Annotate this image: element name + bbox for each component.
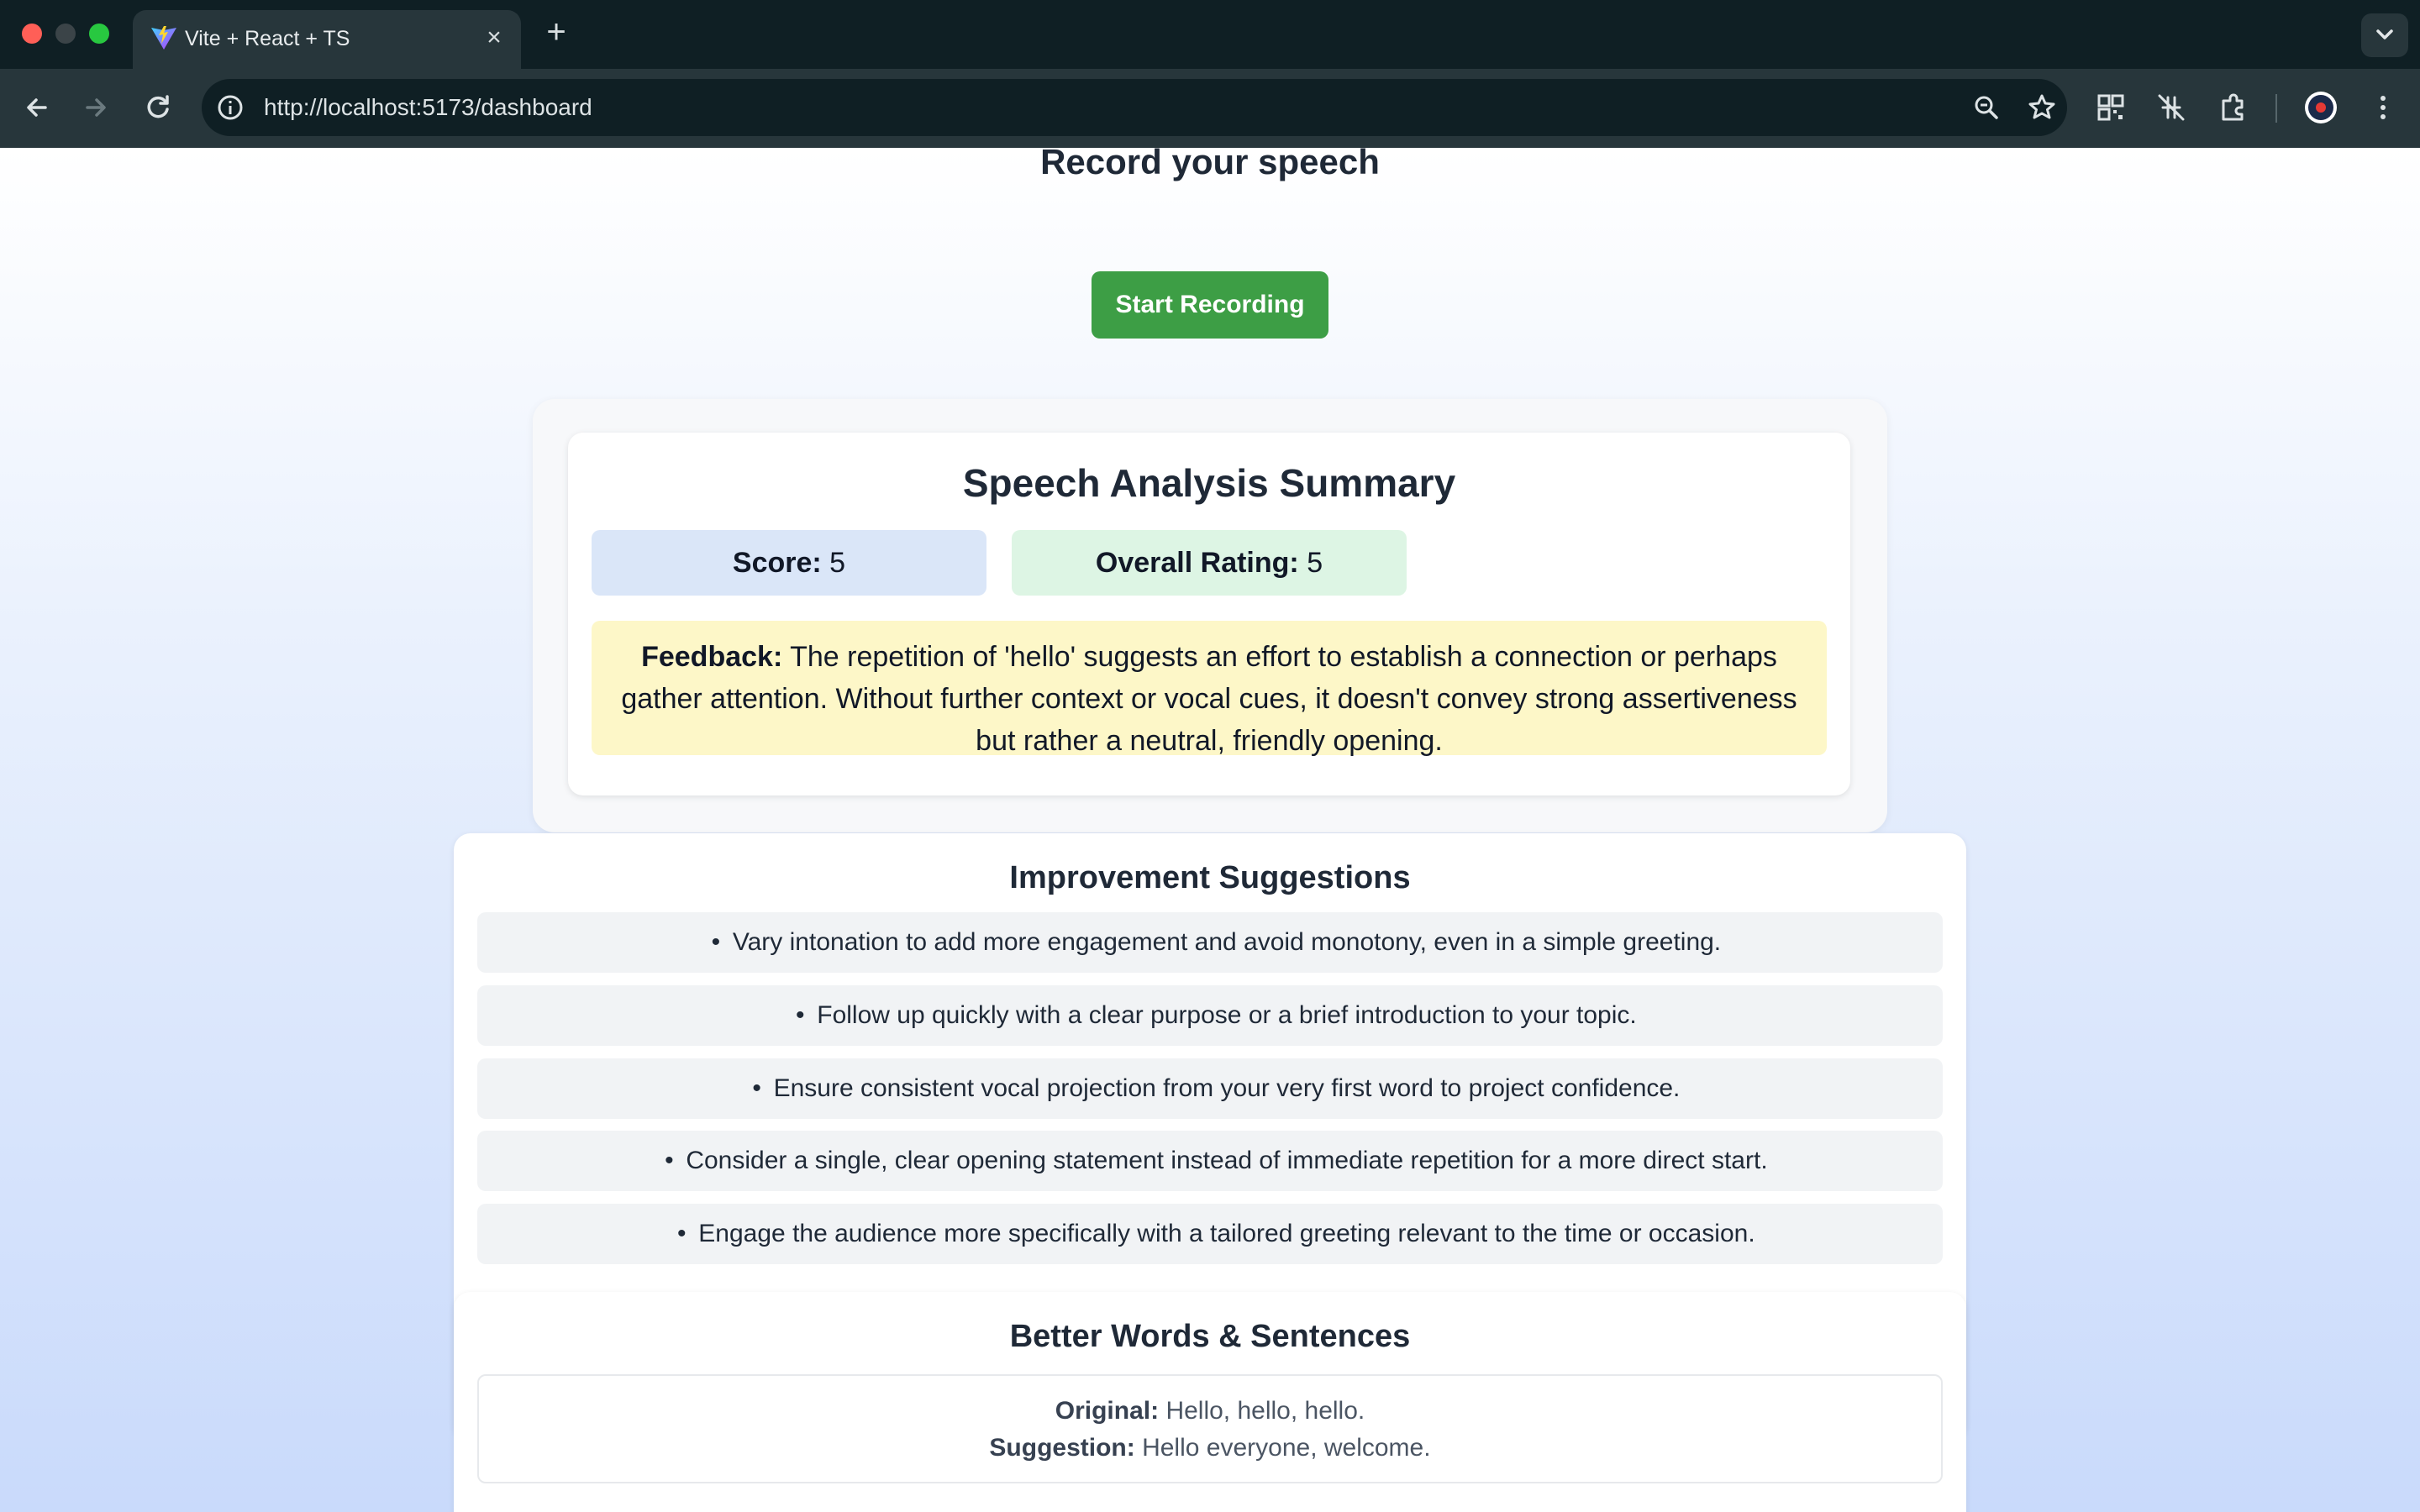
qr-code-icon[interactable]	[2092, 89, 2129, 126]
suggestion-item: • Consider a single, clear opening statem…	[477, 1131, 1943, 1191]
feedback-label: Feedback:	[641, 641, 783, 673]
rating-label: Overall Rating:	[1095, 547, 1299, 579]
page-viewport: Record your speech Start Recording Speec…	[0, 148, 2420, 1512]
word-suggestion-pair: Original: Hello, hello, hello. Suggestio…	[477, 1374, 1943, 1483]
url-text[interactable]: http://localhost:5173/dashboard	[264, 79, 592, 136]
suggestion-item: • Vary intonation to add more engagement …	[477, 912, 1943, 973]
vite-logo-icon	[151, 26, 176, 50]
tab-search-button[interactable]	[2361, 13, 2408, 57]
original-line: Original: Hello, hello, hello.	[479, 1393, 1941, 1430]
better-words-card: Better Words & Sentences Original: Hello…	[454, 1292, 1966, 1512]
suggestion-label: Suggestion:	[989, 1434, 1135, 1462]
browser-menu-icon[interactable]	[2365, 89, 2402, 126]
suggestion-text: Vary intonation to add more engagement a…	[732, 928, 1722, 956]
suggestion-item: • Ensure consistent vocal projection from…	[477, 1058, 1943, 1119]
suggestion-text: Ensure consistent vocal projection from …	[773, 1074, 1681, 1102]
original-text: Hello, hello, hello.	[1165, 1397, 1365, 1425]
tab-title: Vite + React + TS	[185, 27, 350, 50]
summary-container: Speech Analysis Summary Score: 5 Overall…	[533, 399, 1887, 832]
zoom-icon[interactable]	[1970, 91, 2003, 124]
site-info-icon[interactable]	[215, 92, 245, 123]
browser-tab-bar: Vite + React + TS × +	[0, 0, 2420, 69]
suggestion-item: • Engage the audience more specifically w…	[477, 1204, 1943, 1264]
overall-rating-badge: Overall Rating: 5	[1012, 530, 1407, 596]
score-badge: Score: 5	[592, 530, 986, 596]
tab-close-icon[interactable]: ×	[482, 25, 506, 50]
rating-value: 5	[1307, 547, 1323, 579]
browser-toolbar: http://localhost:5173/dashboard	[0, 69, 2420, 148]
page-title: Record your speech	[1040, 148, 1380, 181]
extension-disabled-icon[interactable]	[2153, 89, 2190, 126]
suggestion-text: Engage the audience more specifically wi…	[698, 1220, 1755, 1247]
address-bar[interactable]: http://localhost:5173/dashboard	[202, 79, 2067, 136]
score-label: Score:	[732, 547, 822, 579]
bullet-icon: •	[665, 1147, 674, 1174]
suggestion-line: Suggestion: Hello everyone, welcome.	[479, 1430, 1941, 1467]
minimize-window-button[interactable]	[55, 24, 76, 44]
toolbar-divider	[2275, 94, 2277, 123]
bullet-icon: •	[752, 1074, 761, 1102]
summary-title: Speech Analysis Summary	[962, 461, 1456, 505]
chevron-down-icon	[2376, 29, 2393, 39]
bullet-icon: •	[795, 1001, 805, 1029]
start-recording-button[interactable]: Start Recording	[1092, 271, 1328, 339]
suggestion-text: Follow up quickly with a clear purpose o…	[817, 1001, 1637, 1029]
bullet-icon: •	[711, 928, 721, 956]
new-tab-button[interactable]: +	[539, 15, 573, 52]
forward-arrow-icon[interactable]	[77, 89, 114, 126]
reload-icon[interactable]	[139, 89, 176, 126]
suggestion-item: • Follow up quickly with a clear purpose …	[477, 985, 1943, 1046]
original-label: Original:	[1055, 1397, 1160, 1425]
bookmark-star-icon[interactable]	[2025, 91, 2059, 124]
close-window-button[interactable]	[22, 24, 42, 44]
extensions-puzzle-icon[interactable]	[2215, 89, 2252, 126]
maximize-window-button[interactable]	[89, 24, 109, 44]
bullet-icon: •	[677, 1220, 687, 1247]
score-value: 5	[829, 547, 846, 579]
profile-avatar-icon[interactable]	[2302, 89, 2339, 126]
speech-analysis-summary-card: Speech Analysis Summary Score: 5 Overall…	[568, 433, 1850, 795]
browser-tab-active[interactable]: Vite + React + TS ×	[133, 10, 521, 69]
feedback-text: The repetition of 'hello' suggests an ef…	[621, 641, 1797, 757]
suggestion-text: Hello everyone, welcome.	[1142, 1434, 1431, 1462]
suggestion-text: Consider a single, clear opening stateme…	[686, 1147, 1768, 1174]
feedback-box: Feedback: The repetition of 'hello' sugg…	[592, 621, 1827, 757]
back-arrow-icon[interactable]	[18, 89, 55, 126]
better-words-title: Better Words & Sentences	[1009, 1319, 1411, 1354]
suggestions-title: Improvement Suggestions	[1009, 860, 1411, 895]
